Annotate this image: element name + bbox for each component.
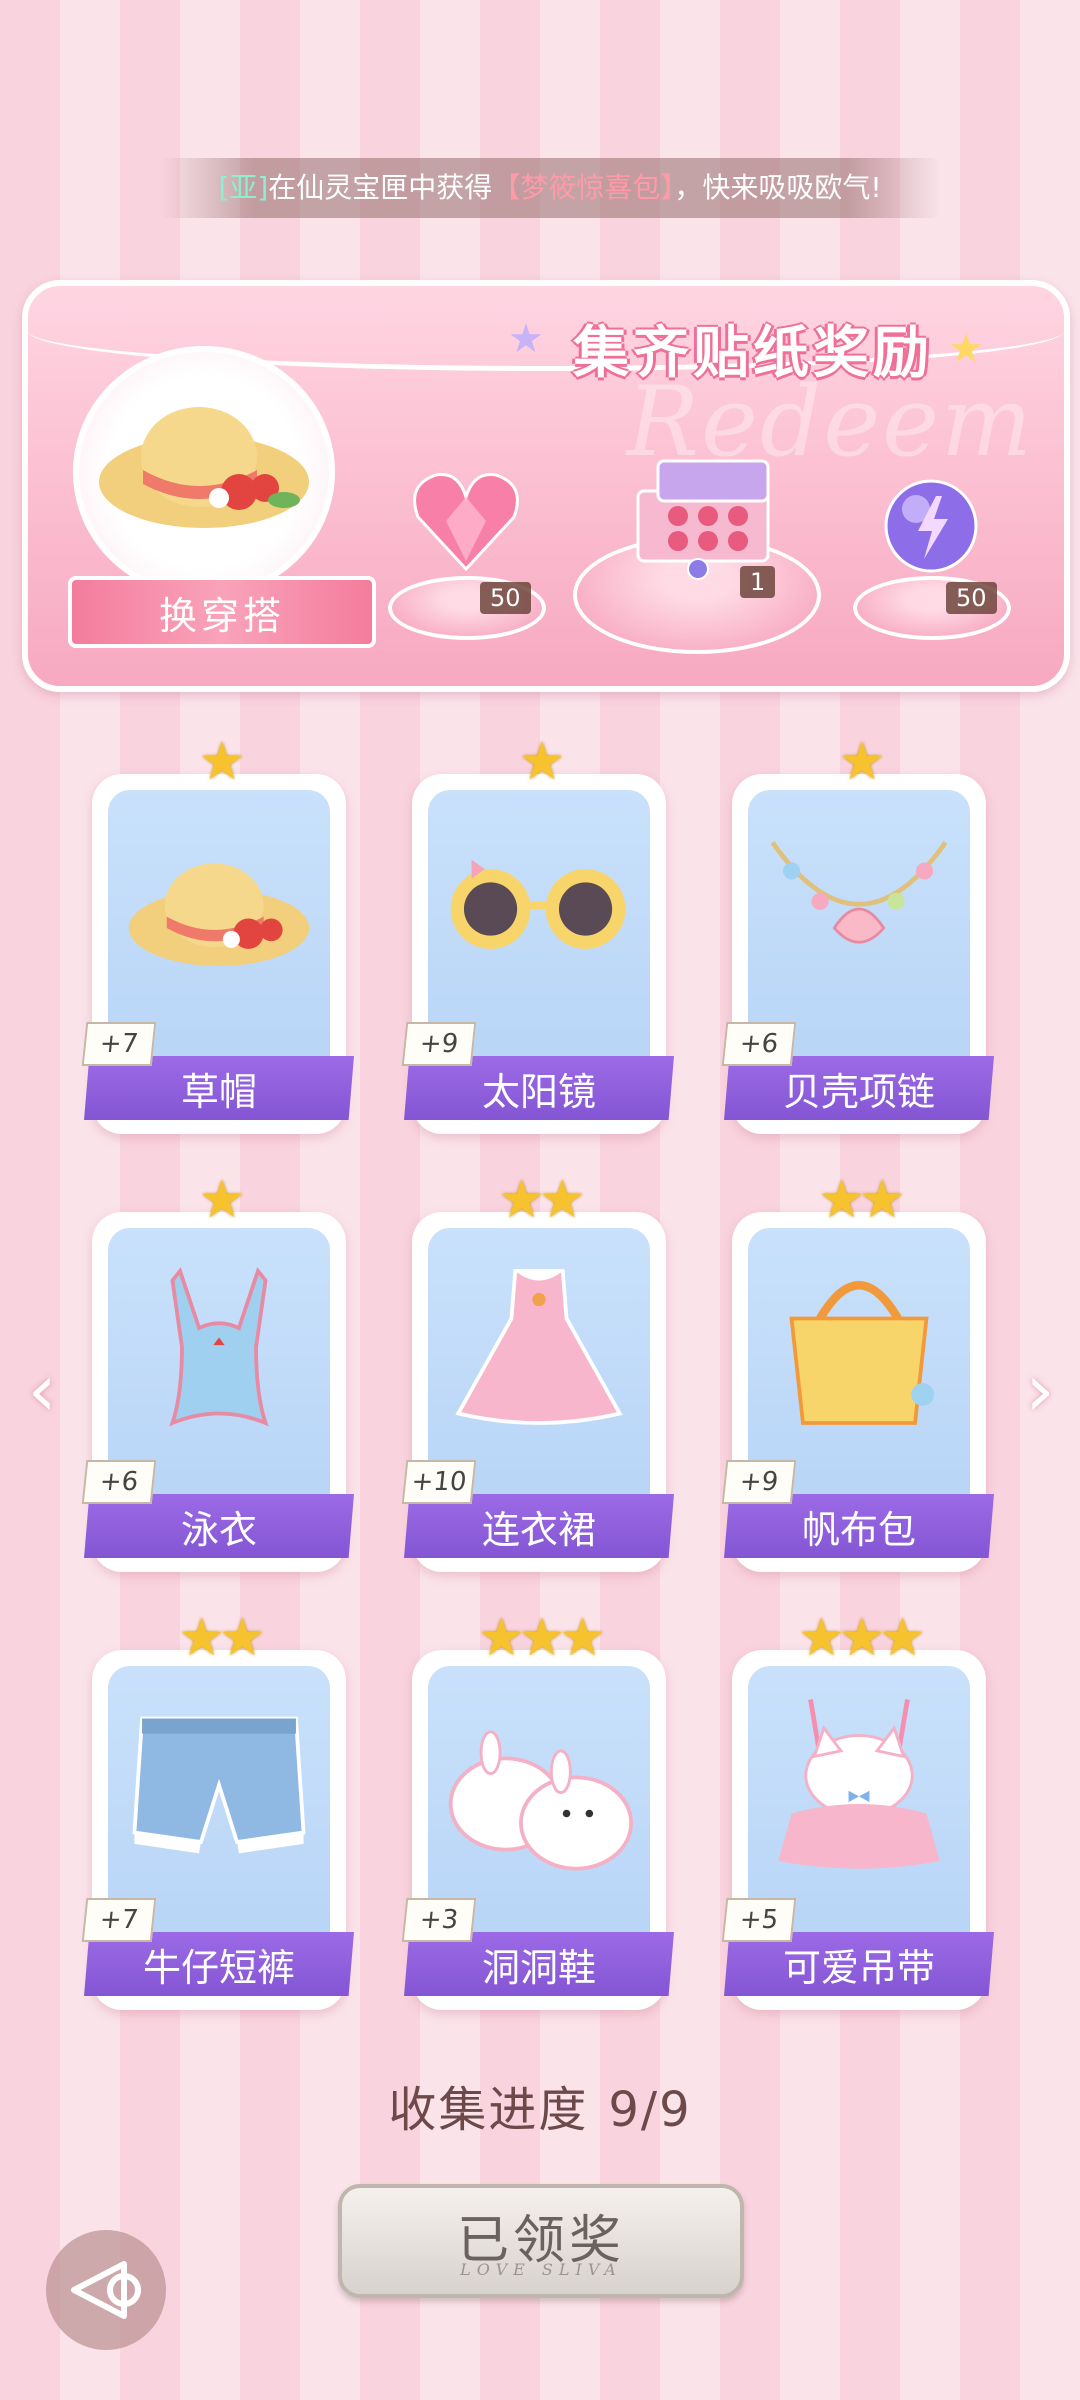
- outfit-preview[interactable]: [73, 346, 335, 598]
- star-decoration-icon: ★: [948, 326, 984, 372]
- item-bonus: +3: [401, 1898, 477, 1942]
- denim-shorts-icon: [132, 1716, 306, 1854]
- rarity-stars: ★★★: [798, 1608, 926, 1668]
- rarity-stars: ★: [198, 732, 246, 792]
- back-button[interactable]: [46, 2230, 166, 2350]
- rarity-stars: ★★★: [478, 1608, 606, 1668]
- canvas-bag-icon: [789, 1281, 935, 1425]
- swimsuit-icon: [169, 1267, 269, 1427]
- claimed-button[interactable]: 已领奖 LOVE SLIVA: [338, 2184, 744, 2298]
- item-bonus: +6: [721, 1022, 797, 1066]
- pink-heart-gem-icon: [413, 472, 519, 572]
- prev-page-button[interactable]: ‹: [20, 1348, 64, 1432]
- flower-sunglasses-icon: [450, 859, 626, 949]
- star-decoration-icon: ★: [508, 316, 544, 362]
- banner-title: 集齐贴纸奖励: [573, 321, 933, 386]
- reward-count: 1: [740, 566, 776, 598]
- item-bonus: +10: [401, 1460, 477, 1504]
- rarity-stars: ★: [518, 732, 566, 792]
- rarity-stars: ★: [838, 732, 886, 792]
- ticker-text-before: 在仙灵宝匣中获得: [268, 171, 493, 204]
- straw-hat-icon: [99, 407, 309, 528]
- item-bonus: +7: [81, 1022, 157, 1066]
- sticker-card[interactable]: ★★ 帆布包 +9: [721, 1170, 994, 1572]
- item-bonus: +5: [721, 1898, 797, 1942]
- purple-lightning-orb-icon: [884, 479, 978, 573]
- rarity-stars: ★★: [498, 1170, 585, 1230]
- gift-box-icon: [636, 459, 770, 580]
- item-bonus: +6: [81, 1460, 157, 1504]
- reward-count: 50: [946, 582, 997, 614]
- progress-label: 收集进度: [388, 2082, 589, 2138]
- broadcast-ticker: [亚]在仙灵宝匣中获得【梦筱惊喜包】，快来吸吸欧气!: [160, 158, 940, 218]
- ticker-text-after: ，快来吸吸欧气!: [674, 171, 882, 204]
- sticker-card[interactable]: ★★★ 可爱吊带 +5: [721, 1608, 994, 2010]
- sticker-card[interactable]: ★ 泳衣 +6: [81, 1170, 354, 1572]
- bunny-clogs-icon: [448, 1730, 634, 1871]
- dress-icon: [455, 1269, 623, 1425]
- item-bonus: +7: [81, 1898, 157, 1942]
- progress-value: 9/9: [608, 2082, 692, 2138]
- item-bonus: +9: [401, 1022, 477, 1066]
- reward-banner: Redeem ★ ★ 集齐贴纸奖励 换穿搭 50 1 50: [22, 280, 1070, 692]
- shell-necklace-icon: [770, 841, 948, 944]
- sticker-card[interactable]: ★★★ 洞洞鞋 +3: [401, 1608, 674, 2010]
- rarity-stars: ★★: [178, 1608, 265, 1668]
- cat-camisole-icon: [778, 1699, 940, 1869]
- sticker-card[interactable]: ★ 贝壳项链 +6: [721, 732, 994, 1134]
- next-page-button[interactable]: ›: [1018, 1348, 1062, 1432]
- collection-progress: 收集进度 9/9: [0, 2070, 1080, 2140]
- rarity-stars: ★★: [818, 1170, 905, 1230]
- rarity-stars: ★: [198, 1170, 246, 1230]
- item-bonus: +9: [721, 1460, 797, 1504]
- sticker-card[interactable]: ★★ 连衣裙 +10: [401, 1170, 674, 1572]
- sticker-card[interactable]: ★ 太阳镜 +9: [401, 732, 674, 1134]
- ticker-player: [亚]: [218, 171, 269, 204]
- straw-hat-icon: [128, 863, 310, 966]
- ticker-item: 【梦筱惊喜包】: [492, 171, 675, 204]
- sticker-card[interactable]: ★★ 牛仔短裤 +7: [81, 1608, 354, 2010]
- sticker-card[interactable]: ★ 草帽 +7: [81, 732, 354, 1134]
- swap-outfit-button[interactable]: 换穿搭: [68, 576, 376, 648]
- claimed-button-subtitle: LOVE SLIVA: [460, 2260, 622, 2279]
- reward-count: 50: [480, 582, 531, 614]
- back-arrow-icon: [71, 2261, 141, 2319]
